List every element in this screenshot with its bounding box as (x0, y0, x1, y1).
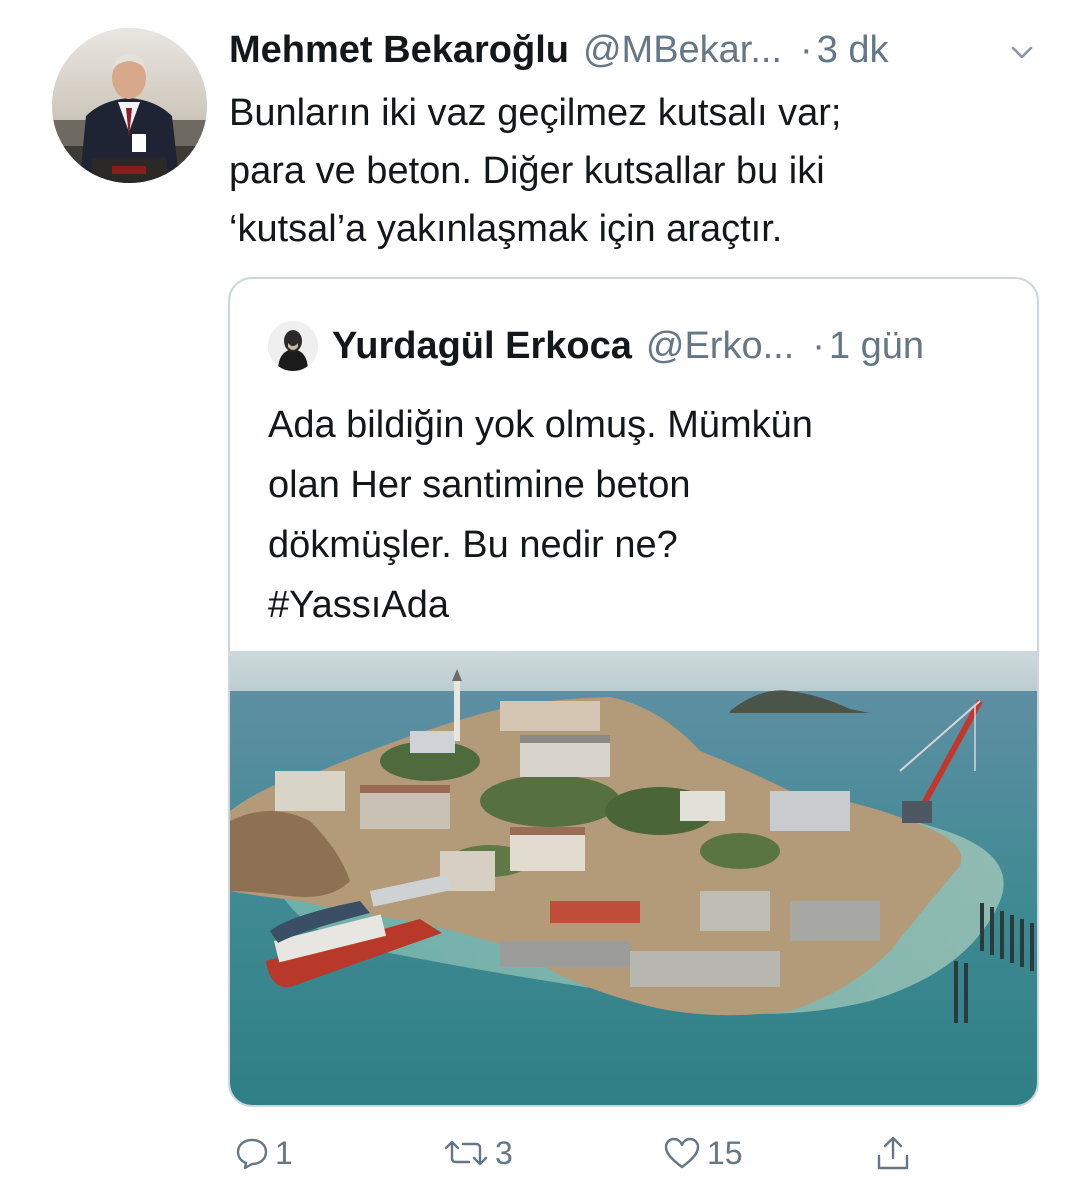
tweet-text-line: para ve beton. Diğer kutsallar bu iki (229, 150, 825, 192)
quoted-tweet-text: Ada bildiğin yok olmuş. Mümkün olan Her … (268, 395, 1008, 635)
retweet-button[interactable]: 3 (437, 1128, 513, 1178)
separator-dot: · (800, 28, 813, 71)
chevron-down-icon[interactable] (1007, 34, 1037, 64)
island-photo[interactable] (230, 651, 1037, 1105)
hashtag-link[interactable]: #YassıAda (268, 575, 1008, 635)
reply-count: 1 (275, 1134, 293, 1171)
tweet: Mehmet Bekaroğlu @MBekar... · 3 dk Bunla… (0, 0, 1089, 1200)
quoted-tweet-header: Yurdagül Erkoca @Erko... · 1 gün (332, 319, 924, 373)
quoted-text-line: dökmüşler. Bu nedir ne? (268, 524, 678, 566)
quoted-author-name[interactable]: Yurdagül Erkoca (332, 325, 632, 368)
quoted-tweet-time[interactable]: 1 gün (829, 325, 924, 368)
tweet-text: Bunların iki vaz geçilmez kutsalı var; p… (229, 84, 1049, 258)
quoted-text-line: olan Her santimine beton (268, 464, 691, 506)
like-button[interactable]: 15 (657, 1128, 743, 1178)
tweet-text-line: ‘kutsal’a yakınlaşmak için araçtır. (229, 208, 783, 250)
share-button[interactable] (869, 1128, 911, 1178)
tweet-header: Mehmet Bekaroğlu @MBekar... · 3 dk (229, 24, 1049, 76)
reply-icon (235, 1136, 269, 1170)
quoted-text-line: Ada bildiğin yok olmuş. Mümkün (268, 404, 813, 446)
separator-dot: · (812, 324, 825, 367)
quoted-author-avatar[interactable] (268, 321, 318, 371)
author-name[interactable]: Mehmet Bekaroğlu (229, 29, 569, 72)
tweet-actions: 1 3 15 (229, 1128, 1029, 1178)
retweet-count: 3 (495, 1134, 513, 1171)
author-handle[interactable]: @MBekar... (583, 29, 782, 72)
tweet-text-line: Bunların iki vaz geçilmez kutsalı var; (229, 92, 842, 134)
like-icon (663, 1136, 701, 1170)
author-avatar[interactable] (52, 28, 207, 183)
tweet-time[interactable]: 3 dk (817, 29, 889, 72)
retweet-icon (443, 1136, 489, 1170)
quoted-author-handle[interactable]: @Erko... (646, 325, 794, 368)
quoted-tweet[interactable]: Yurdagül Erkoca @Erko... · 1 gün Ada bil… (228, 277, 1039, 1107)
like-count: 15 (707, 1134, 743, 1171)
share-icon (875, 1134, 911, 1172)
reply-button[interactable]: 1 (229, 1128, 293, 1178)
